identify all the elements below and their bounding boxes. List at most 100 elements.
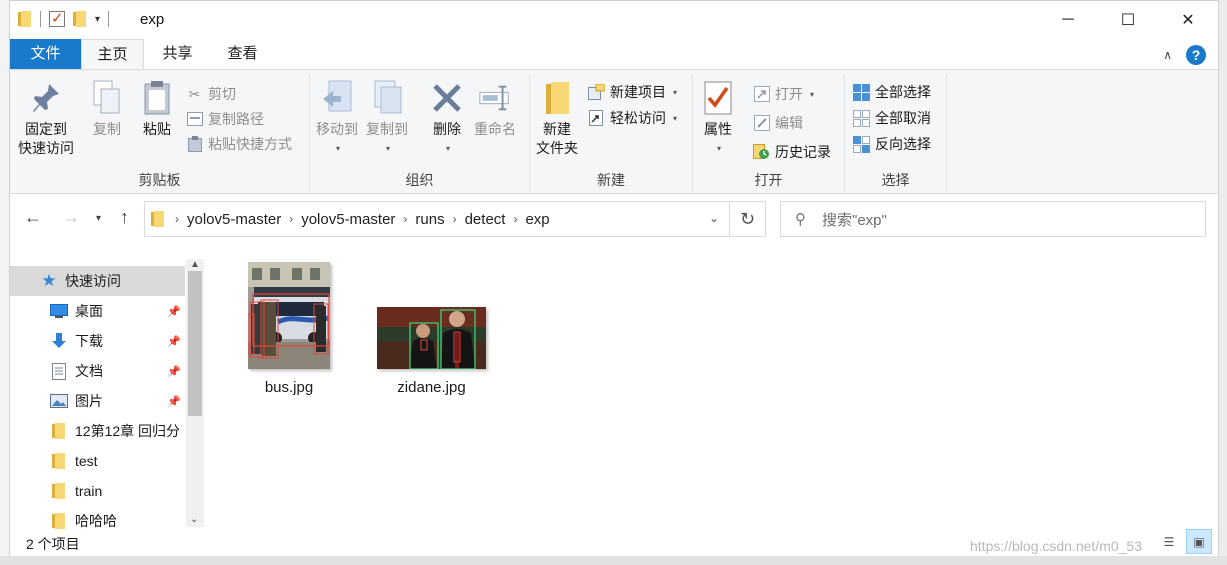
easy-access-button[interactable]: 轻松访问 ▾ xyxy=(588,106,677,130)
pin-icon[interactable]: 📌 xyxy=(167,395,181,408)
navigation-bar: ← → ▾ ↑ › yolov5-master › yolov5-master … xyxy=(10,195,1218,243)
pin-icon[interactable]: 📌 xyxy=(167,305,181,318)
bus-thumbnail xyxy=(247,262,330,369)
delete-x-icon xyxy=(430,78,464,118)
rename-button[interactable]: 重命名 xyxy=(474,78,516,139)
watermark: https://blog.csdn.net/m0_53 xyxy=(970,538,1142,554)
paste-shortcut-button[interactable]: 粘贴快捷方式 xyxy=(186,132,292,156)
navigation-pane: ★ 快速访问 桌面 📌 下载 📌 文档 📌 图片 📌 12第12章 回归分 te… xyxy=(10,259,205,529)
properties-check-icon[interactable] xyxy=(49,9,65,27)
breadcrumb-item[interactable]: runs xyxy=(415,211,444,228)
copy-path-icon xyxy=(186,111,203,128)
collapse-ribbon-chevron-icon[interactable]: ∧ xyxy=(1163,48,1172,62)
navigation-pane-scrollbar[interactable]: ▲ ⌄ xyxy=(186,259,204,527)
help-icon[interactable]: ? xyxy=(1186,45,1206,65)
paste-button[interactable]: 粘贴 xyxy=(140,78,174,139)
tab-view[interactable]: 查看 xyxy=(215,39,270,69)
file-item-bus[interactable]: bus.jpg xyxy=(247,262,330,396)
folder-icon xyxy=(151,211,165,227)
invert-selection-button[interactable]: 反向选择 xyxy=(853,132,931,156)
zidane-thumbnail xyxy=(377,307,486,370)
select-none-button[interactable]: 全部取消 xyxy=(853,106,931,130)
pin-icon[interactable]: 📌 xyxy=(167,335,181,348)
details-view-icon: ☰ xyxy=(1163,534,1175,549)
paste-shortcut-icon xyxy=(186,136,203,153)
large-icons-view-icon: ▣ xyxy=(1193,534,1205,549)
back-arrow-icon[interactable]: ← xyxy=(24,207,42,228)
background-editor-strip xyxy=(0,0,9,565)
select-all-button[interactable]: 全部选择 xyxy=(853,80,931,104)
cut-button[interactable]: ✂ 剪切 xyxy=(186,82,236,106)
pin-to-quick-access-button[interactable]: 固定到 快速访问 xyxy=(18,78,74,158)
folder-icon xyxy=(52,453,66,469)
close-button[interactable]: ✕ xyxy=(1158,1,1218,39)
scrollbar-thumb[interactable] xyxy=(188,271,202,416)
open-button[interactable]: 打开 ▾ xyxy=(753,82,814,106)
edit-button[interactable]: 编辑 xyxy=(753,111,803,135)
tab-home[interactable]: 主页 xyxy=(81,39,144,70)
sidebar-item-quick-access[interactable]: ★ 快速访问 xyxy=(10,266,185,296)
sidebar-item-test[interactable]: test xyxy=(10,446,185,476)
window-controls: ─ ☐ ✕ xyxy=(1038,1,1218,39)
copy-to-button[interactable]: 复制到 ▾ xyxy=(366,78,408,158)
title-bar: ▾ exp ─ ☐ ✕ xyxy=(10,1,1218,39)
properties-check-icon xyxy=(701,78,735,118)
large-icons-view-button[interactable]: ▣ xyxy=(1186,529,1212,554)
maximize-button[interactable]: ☐ xyxy=(1098,1,1158,39)
breadcrumb-separator-icon[interactable]: › xyxy=(513,212,517,226)
minimize-button[interactable]: ─ xyxy=(1038,1,1098,39)
forward-arrow-icon[interactable]: → xyxy=(62,207,80,228)
sidebar-item-folder[interactable]: 12第12章 回归分 xyxy=(10,416,185,446)
breadcrumb-item[interactable]: exp xyxy=(525,211,549,228)
item-count: 2 个项目 xyxy=(26,536,80,552)
sidebar-item-documents[interactable]: 文档 📌 xyxy=(10,356,185,386)
delete-button[interactable]: 删除 ▾ xyxy=(430,78,464,158)
new-folder-icon[interactable] xyxy=(73,11,87,27)
properties-button[interactable]: 属性 ▾ xyxy=(701,78,735,158)
invert-selection-icon xyxy=(853,135,870,153)
scroll-up-icon[interactable]: ▲ xyxy=(190,259,200,270)
breadcrumb-separator-icon[interactable]: › xyxy=(175,212,179,226)
breadcrumb-item[interactable]: detect xyxy=(465,211,506,228)
scroll-down-icon[interactable]: ⌄ xyxy=(190,514,198,525)
search-input[interactable]: ⚲ 搜索"exp" xyxy=(780,201,1206,237)
breadcrumb-item[interactable]: yolov5-master xyxy=(187,211,281,228)
address-bar[interactable]: › yolov5-master › yolov5-master › runs ›… xyxy=(144,201,730,237)
pictures-icon xyxy=(50,392,68,410)
move-to-button[interactable]: 移动到 ▾ xyxy=(316,78,358,158)
refresh-icon: ↻ xyxy=(739,208,756,229)
copy-path-button[interactable]: 复制路径 xyxy=(186,107,264,131)
history-button[interactable]: 历史记录 xyxy=(753,140,831,164)
window-title: exp xyxy=(140,11,165,28)
new-item-button[interactable]: 新建项目 ▾ xyxy=(588,80,677,104)
sidebar-item-desktop[interactable]: 桌面 📌 xyxy=(10,296,185,326)
ribbon: 固定到 快速访问 复制 粘贴 ✂ 剪切 复制路径 粘贴快捷方式 剪贴板 移动到 … xyxy=(10,69,1218,194)
search-icon: ⚲ xyxy=(795,211,806,228)
sidebar-item-train[interactable]: train xyxy=(10,476,185,506)
tab-share[interactable]: 共享 xyxy=(150,39,205,69)
move-to-icon xyxy=(320,78,354,118)
up-arrow-icon[interactable]: ↑ xyxy=(120,207,129,228)
breadcrumb-separator-icon[interactable]: › xyxy=(453,212,457,226)
breadcrumb-separator-icon[interactable]: › xyxy=(289,212,293,226)
recent-locations-chevron-icon[interactable]: ▾ xyxy=(96,213,101,224)
refresh-button[interactable]: ↻ xyxy=(729,201,766,237)
details-view-button[interactable]: ☰ xyxy=(1156,529,1182,554)
select-all-icon xyxy=(853,83,870,101)
organize-group: 移动到 ▾ 复制到 ▾ 删除 ▾ 重命名 组织 xyxy=(310,74,530,192)
explorer-window: ▾ exp ─ ☐ ✕ 文件 主页 共享 查看 ∧ ? 固定到 快速访问 xyxy=(9,0,1219,556)
sidebar-item-pictures[interactable]: 图片 📌 xyxy=(10,386,185,416)
sidebar-item-downloads[interactable]: 下载 📌 xyxy=(10,326,185,356)
download-icon xyxy=(50,332,68,350)
breadcrumb-item[interactable]: yolov5-master xyxy=(301,211,395,228)
select-none-icon xyxy=(853,109,870,127)
customize-toolbar-arrow-icon[interactable]: ▾ xyxy=(95,14,100,25)
pin-icon[interactable]: 📌 xyxy=(167,365,181,378)
ribbon-tabs: 文件 主页 共享 查看 ∧ ? xyxy=(10,39,1218,70)
new-folder-button[interactable]: 新建 文件夹 xyxy=(536,78,578,158)
file-item-zidane[interactable]: zidane.jpg xyxy=(377,307,486,396)
copy-button[interactable]: 复制 xyxy=(90,78,124,139)
address-history-chevron-icon[interactable]: ⌄ xyxy=(709,211,719,225)
tab-file[interactable]: 文件 xyxy=(10,39,81,69)
breadcrumb-separator-icon[interactable]: › xyxy=(403,212,407,226)
